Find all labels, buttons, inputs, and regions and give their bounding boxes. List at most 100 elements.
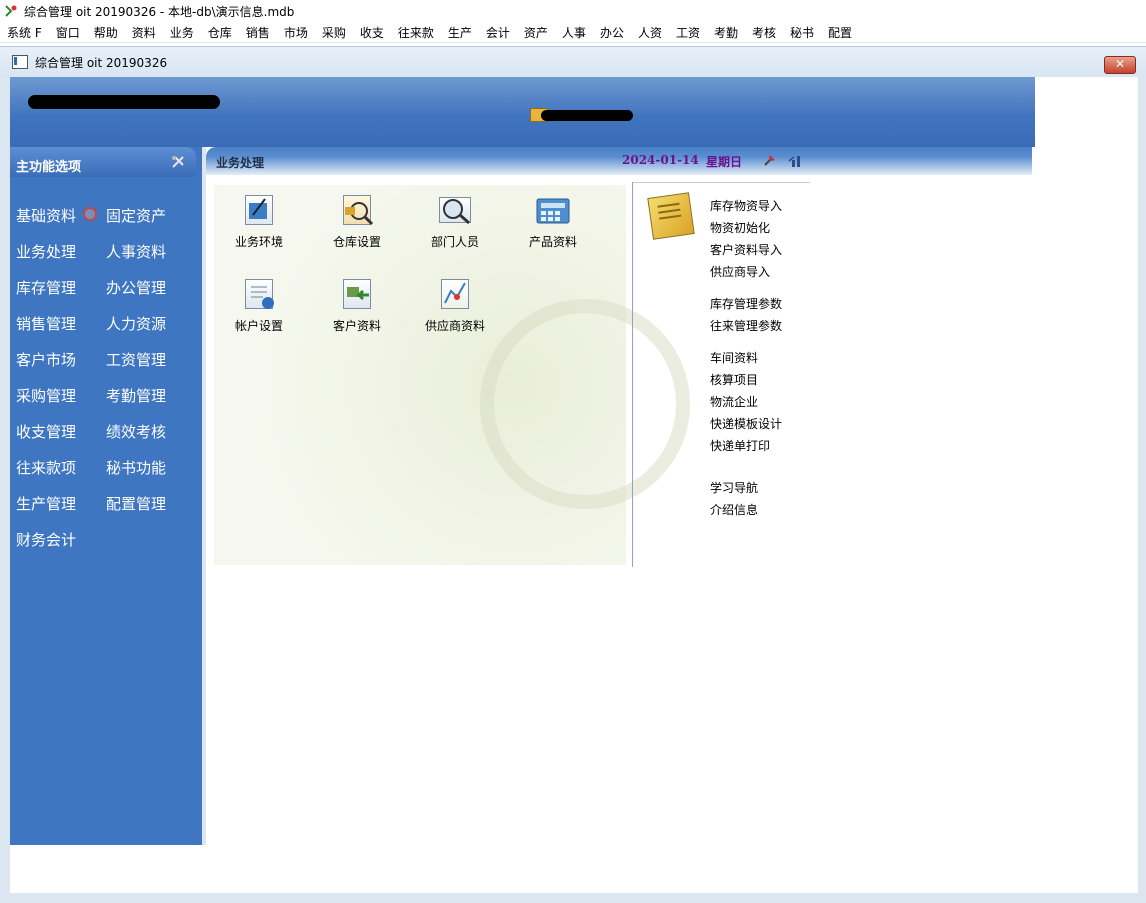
sidebar-title: 主功能选项 bbox=[16, 160, 82, 175]
link-inventory-params[interactable]: 库存管理参数 bbox=[710, 295, 782, 312]
nav-item-performance[interactable]: 绩效考核 bbox=[106, 421, 166, 442]
settings-icon[interactable] bbox=[170, 154, 186, 170]
supplier-data-icon bbox=[437, 277, 473, 311]
nav-item-business[interactable]: 业务处理 bbox=[16, 241, 76, 262]
app-titlebar: 综合管理 oit 20190326 - 本地-db\演示信息.mdb bbox=[0, 0, 1146, 22]
menu-item[interactable]: 仓库 bbox=[201, 24, 239, 41]
nav-item-income-expense[interactable]: 收支管理 bbox=[16, 421, 76, 442]
menu-item[interactable]: 生产 bbox=[441, 24, 479, 41]
menu-item[interactable]: 资料 bbox=[125, 24, 163, 41]
sidebar-header: 主功能选项 bbox=[10, 147, 196, 177]
menu-item[interactable]: 销售 bbox=[239, 24, 277, 41]
menu-item[interactable]: 往来款 bbox=[391, 24, 441, 41]
link-accounts-params[interactable]: 往来管理参数 bbox=[710, 317, 782, 334]
menu-item[interactable]: 办公 bbox=[593, 24, 631, 41]
tile-customer-data[interactable]: 客户资料 bbox=[312, 277, 402, 347]
link-panel-border bbox=[632, 182, 810, 183]
link-import-inventory[interactable]: 库存物资导入 bbox=[710, 197, 782, 214]
link-accounting-items[interactable]: 核算项目 bbox=[710, 371, 758, 388]
nav-item-fixed-assets[interactable]: 固定资产 bbox=[106, 205, 166, 226]
redacted-company-name bbox=[28, 95, 220, 109]
menu-item[interactable]: 市场 bbox=[277, 24, 315, 41]
menu-item[interactable]: 帮助 bbox=[87, 24, 125, 41]
tile-business-environment[interactable]: 业务环境 bbox=[214, 193, 304, 263]
child-window: 综合管理 oit 20190326 ✕ 主功能选项 基础资料 业务处理 库存管理… bbox=[0, 46, 1146, 903]
tile-label: 仓库设置 bbox=[332, 235, 381, 249]
section-title: 业务处理 bbox=[216, 156, 265, 170]
menu-item[interactable]: 资产 bbox=[517, 24, 555, 41]
pin-icon[interactable] bbox=[762, 152, 778, 168]
link-logistics-companies[interactable]: 物流企业 bbox=[710, 393, 758, 410]
link-express-template[interactable]: 快递模板设计 bbox=[710, 415, 782, 432]
tile-label: 产品资料 bbox=[528, 235, 577, 249]
link-learning-guide[interactable]: 学习导航 bbox=[710, 479, 758, 496]
child-titlebar[interactable]: 综合管理 oit 20190326 ✕ bbox=[0, 47, 1146, 77]
window-icon bbox=[12, 55, 28, 69]
dial-watermark bbox=[480, 299, 690, 509]
link-import-suppliers[interactable]: 供应商导入 bbox=[710, 263, 770, 280]
nav-item-attendance[interactable]: 考勤管理 bbox=[106, 385, 166, 406]
menu-item[interactable]: 考核 bbox=[745, 24, 783, 41]
main-function-sidebar: 主功能选项 基础资料 业务处理 库存管理 销售管理 客户市场 采购管理 收支管理… bbox=[10, 147, 206, 845]
tile-label: 供应商资料 bbox=[424, 319, 485, 333]
link-express-print[interactable]: 快递单打印 bbox=[710, 437, 770, 454]
link-introduction[interactable]: 介绍信息 bbox=[710, 501, 758, 518]
nav-item-human-resources[interactable]: 人力资源 bbox=[106, 313, 166, 334]
nav-item-payroll[interactable]: 工资管理 bbox=[106, 349, 166, 370]
menu-item[interactable]: 系统 F bbox=[0, 24, 49, 41]
nav-item-inventory[interactable]: 库存管理 bbox=[16, 277, 76, 298]
current-date: 2024-01-14 bbox=[622, 153, 699, 167]
menu-item[interactable]: 秘书 bbox=[783, 24, 821, 41]
menu-item[interactable]: 人资 bbox=[631, 24, 669, 41]
app-title: 综合管理 oit 20190326 - 本地-db\演示信息.mdb bbox=[24, 4, 295, 19]
menu-item[interactable]: 收支 bbox=[353, 24, 391, 41]
quick-launch-panel: 业务环境 仓库设置 部门人员 产品资料 帐户设置 客户资料 供应商资料 bbox=[214, 185, 690, 565]
menu-item[interactable]: 会计 bbox=[479, 24, 517, 41]
nav-item-production[interactable]: 生产管理 bbox=[16, 493, 76, 514]
menu-divider bbox=[0, 42, 1146, 43]
tile-product-data[interactable]: 产品资料 bbox=[508, 193, 598, 263]
bottom-area bbox=[10, 845, 1138, 893]
business-environment-icon bbox=[241, 193, 277, 227]
tile-departments-staff[interactable]: 部门人员 bbox=[410, 193, 500, 263]
nav-item-accounts[interactable]: 往来款项 bbox=[16, 457, 76, 478]
nav-item-hr-data[interactable]: 人事资料 bbox=[106, 241, 166, 262]
chart-icon[interactable] bbox=[788, 152, 804, 168]
tile-label: 客户资料 bbox=[332, 319, 381, 333]
menu-item[interactable]: 配置 bbox=[821, 24, 859, 41]
menu-item[interactable]: 窗口 bbox=[49, 24, 87, 41]
tile-label: 帐户设置 bbox=[234, 319, 283, 333]
close-button[interactable]: ✕ bbox=[1104, 56, 1136, 74]
tile-account-settings[interactable]: 帐户设置 bbox=[214, 277, 304, 347]
link-import-customers[interactable]: 客户资料导入 bbox=[710, 241, 782, 258]
menu-item[interactable]: 工资 bbox=[669, 24, 707, 41]
link-workshop-data[interactable]: 车间资料 bbox=[710, 349, 758, 366]
link-init-materials[interactable]: 物资初始化 bbox=[710, 219, 770, 236]
nav-item-basic-data[interactable]: 基础资料 bbox=[16, 205, 76, 226]
menu-item[interactable]: 业务 bbox=[163, 24, 201, 41]
app-logo-icon bbox=[4, 4, 18, 18]
nav-item-purchasing[interactable]: 采购管理 bbox=[16, 385, 76, 406]
nav-item-finance[interactable]: 财务会计 bbox=[16, 529, 76, 550]
nav-item-secretary[interactable]: 秘书功能 bbox=[106, 457, 166, 478]
warehouse-settings-icon bbox=[339, 193, 375, 227]
menu-item[interactable]: 考勤 bbox=[707, 24, 745, 41]
menu-item[interactable]: 人事 bbox=[555, 24, 593, 41]
swap-icon bbox=[83, 207, 97, 221]
menu-item[interactable]: 采购 bbox=[315, 24, 353, 41]
nav-item-office[interactable]: 办公管理 bbox=[106, 277, 166, 298]
notes-icon bbox=[647, 192, 695, 240]
tile-label: 业务环境 bbox=[234, 235, 283, 249]
link-panel-divider bbox=[632, 182, 633, 567]
tile-warehouse-settings[interactable]: 仓库设置 bbox=[312, 193, 402, 263]
menu-bar: 系统 F 窗口 帮助 资料 业务 仓库 销售 市场 采购 收支 往来款 生产 会… bbox=[0, 22, 1146, 42]
nav-item-configuration[interactable]: 配置管理 bbox=[106, 493, 166, 514]
current-weekday: 星期日 bbox=[706, 155, 743, 169]
nav-item-sales[interactable]: 销售管理 bbox=[16, 313, 76, 334]
client-area: 主功能选项 基础资料 业务处理 库存管理 销售管理 客户市场 采购管理 收支管理… bbox=[10, 77, 1138, 893]
nav-item-customer-market[interactable]: 客户市场 bbox=[16, 349, 76, 370]
tile-supplier-data[interactable]: 供应商资料 bbox=[410, 277, 500, 347]
departments-staff-icon bbox=[437, 193, 473, 227]
customer-data-icon bbox=[339, 277, 375, 311]
content-header: 业务处理 2024-01-14 星期日 bbox=[206, 147, 1032, 175]
